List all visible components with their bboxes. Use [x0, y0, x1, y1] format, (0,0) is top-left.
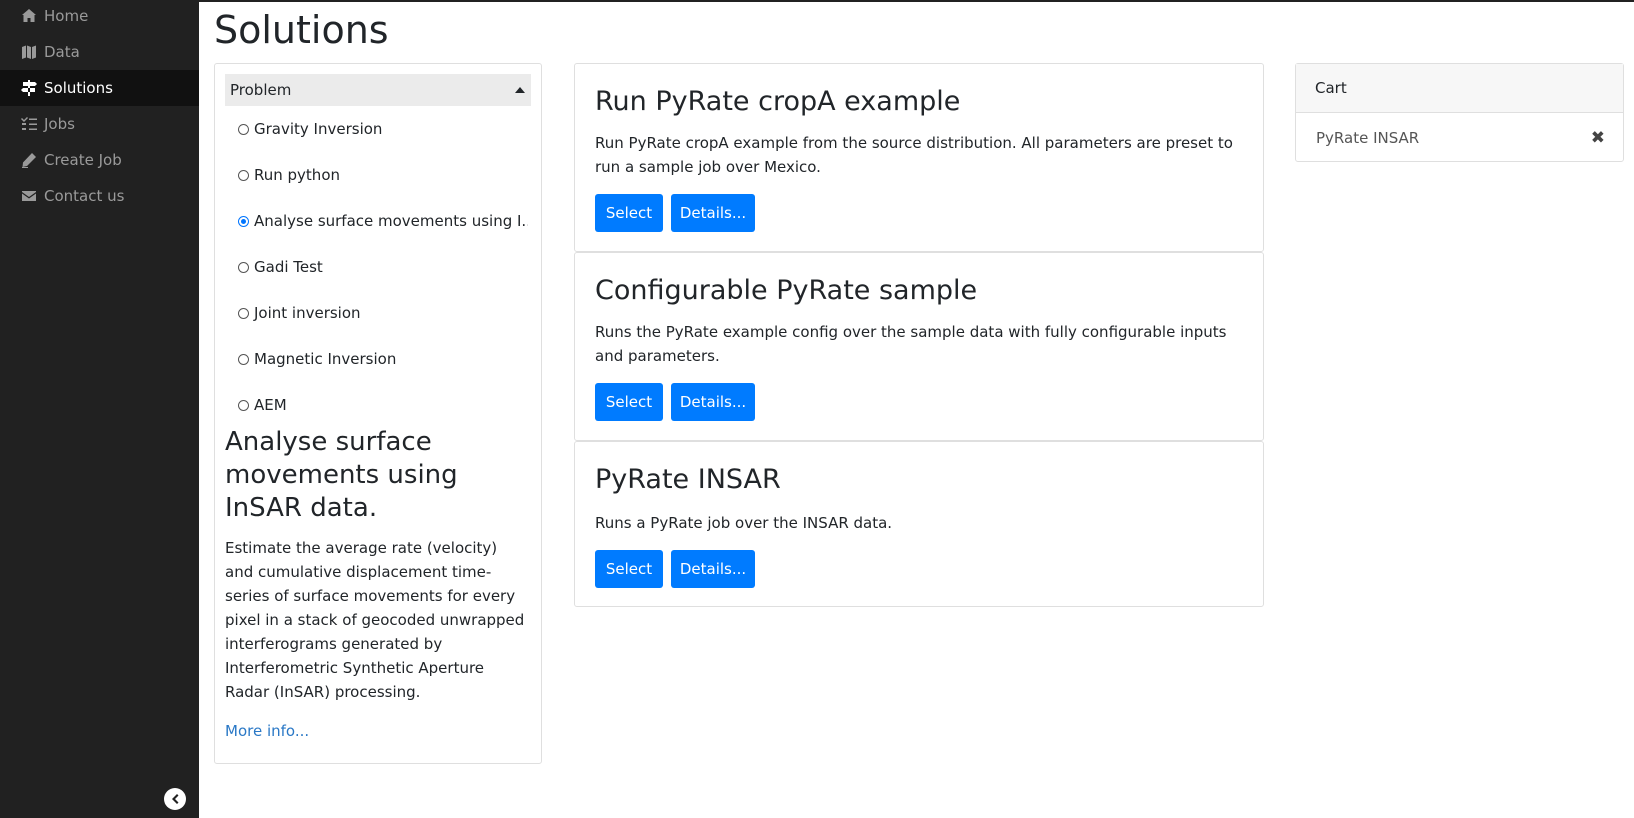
cart-panel: Cart PyRate INSAR ✖	[1295, 63, 1624, 162]
problem-dropdown-header[interactable]: Problem	[225, 74, 531, 106]
solution-title: PyRate INSAR	[595, 464, 781, 495]
select-button[interactable]: Select	[595, 383, 663, 421]
problem-option-label: Magnetic Inversion	[254, 350, 397, 368]
radio-button[interactable]	[238, 169, 249, 181]
sidebar-item-solutions[interactable]: Solutions	[0, 70, 199, 106]
solution-card: Configurable PyRate sample Runs the PyRa…	[574, 252, 1264, 441]
sidebar-item-jobs[interactable]: Jobs	[0, 106, 199, 142]
sidebar-item-label: Data	[44, 43, 80, 61]
chevron-left-icon	[172, 794, 179, 804]
problem-option-gadi-test[interactable]: Gadi Test	[238, 252, 528, 298]
sidebar-item-label: Contact us	[44, 187, 125, 205]
sidebar-item-contact-us[interactable]: Contact us	[0, 178, 199, 214]
details-button[interactable]: Details...	[671, 383, 755, 421]
solution-description: Run PyRate cropA example from the source…	[595, 134, 1233, 176]
problem-option-label: AEM	[254, 396, 287, 414]
radio-button[interactable]	[238, 261, 249, 273]
sidebar-collapse-button[interactable]	[164, 788, 186, 810]
solution-title: Configurable PyRate sample	[595, 275, 978, 306]
sidebar-item-label: Solutions	[44, 79, 113, 97]
problem-option-magnetic-inversion[interactable]: Magnetic Inversion	[238, 344, 528, 390]
solution-title: Run PyRate cropA example	[595, 86, 961, 117]
sidebar-item-label: Home	[44, 7, 89, 25]
map-icon	[20, 44, 38, 60]
sidebar: Home Data Solutions Jobs Create Job Cont…	[0, 0, 199, 818]
problem-option-analyse-surface[interactable]: Analyse surface movements using I...	[238, 206, 528, 252]
problem-option-run-python[interactable]: Run python	[238, 160, 528, 206]
problem-option-label: Gadi Test	[254, 258, 323, 276]
cart-header: Cart	[1296, 64, 1623, 113]
problem-header-label: Problem	[230, 81, 292, 99]
details-button[interactable]: Details...	[671, 550, 755, 588]
sidebar-item-home[interactable]: Home	[0, 0, 199, 34]
select-button[interactable]: Select	[595, 550, 663, 588]
caret-up-icon	[515, 87, 525, 93]
problem-option-label: Analyse surface movements using I...	[254, 212, 528, 230]
radio-button[interactable]	[238, 123, 249, 135]
problem-panel: Problem Gravity Inversion Run python Ana…	[214, 63, 542, 764]
sidebar-item-label: Create Job	[44, 151, 122, 169]
page-title: Solutions	[214, 8, 389, 52]
radio-button-checked[interactable]	[238, 215, 249, 227]
problem-option-label: Gravity Inversion	[254, 120, 383, 138]
envelope-icon	[20, 188, 38, 204]
problem-description: Estimate the average rate (velocity) and…	[225, 539, 525, 701]
solution-description: Runs a PyRate job over the INSAR data.	[595, 514, 893, 532]
radio-button[interactable]	[238, 307, 249, 319]
solution-card: Run PyRate cropA example Run PyRate crop…	[574, 63, 1264, 252]
radio-button[interactable]	[238, 353, 249, 365]
details-button[interactable]: Details...	[671, 194, 755, 232]
problem-option-gravity-inversion[interactable]: Gravity Inversion	[238, 114, 528, 160]
problem-option-label: Run python	[254, 166, 341, 184]
select-button[interactable]: Select	[595, 194, 663, 232]
home-icon	[20, 8, 38, 24]
problem-description-title: Analyse surface movements using InSAR da…	[225, 427, 458, 523]
problem-option-joint-inversion[interactable]: Joint inversion	[238, 298, 528, 344]
signs-icon	[20, 80, 38, 96]
solution-description: Runs the PyRate example config over the …	[595, 323, 1227, 365]
problem-options: Gravity Inversion Run python Analyse sur…	[238, 114, 528, 436]
cart-item: PyRate INSAR ✖	[1296, 113, 1623, 162]
tasks-icon	[20, 116, 38, 132]
more-info-link[interactable]: More info...	[225, 722, 309, 740]
cart-item-label: PyRate INSAR	[1316, 128, 1420, 147]
top-border	[199, 0, 1634, 2]
edit-icon	[20, 152, 38, 168]
radio-button[interactable]	[238, 399, 249, 411]
problem-option-label: Joint inversion	[254, 304, 361, 322]
sidebar-item-data[interactable]: Data	[0, 34, 199, 70]
sidebar-item-create-job[interactable]: Create Job	[0, 142, 199, 178]
sidebar-item-label: Jobs	[44, 115, 75, 133]
remove-icon[interactable]: ✖	[1591, 128, 1605, 148]
solution-card: PyRate INSAR Runs a PyRate job over the …	[574, 441, 1264, 607]
